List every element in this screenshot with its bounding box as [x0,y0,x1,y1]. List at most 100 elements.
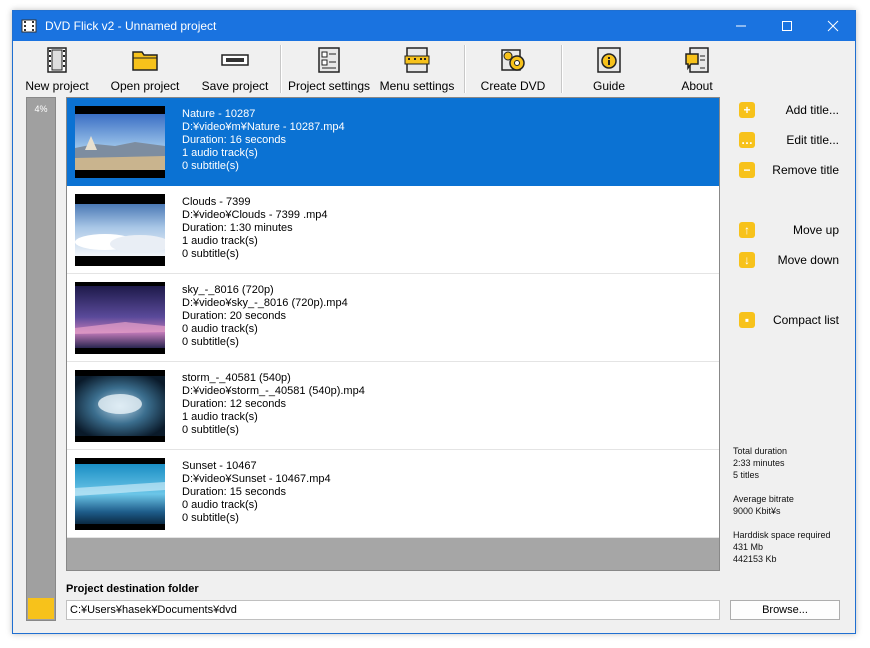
save-drive-icon [221,54,249,66]
remove-title-label: Remove title [772,163,839,177]
title-subtitles: 0 subtitle(s) [182,248,239,260]
move-up-button[interactable]: ↑ Move up [739,220,839,240]
title-name: Clouds - 7399 [182,196,251,208]
title-info: Nature - 10287 D:¥video¥m¥Nature - 10287… [182,108,345,173]
about-label: About [681,79,713,93]
list-item[interactable]: Sunset - 10467 D:¥video¥Sunset - 10467.m… [67,450,719,538]
folder-icon [132,51,158,71]
add-title-button[interactable]: + Add title... [739,100,839,120]
project-settings-button[interactable]: Project settings [286,41,372,97]
title-audio-tracks: 0 audio track(s) [182,323,258,335]
add-title-label: Add title... [785,103,839,117]
app-window: DVD Flick v2 - Unnamed project New proje… [12,10,856,634]
list-item[interactable]: Clouds - 7399 D:¥video¥Clouds - 7399 .mp… [67,186,719,274]
maximize-button[interactable] [764,11,810,41]
title-audio-tracks: 1 audio track(s) [182,411,258,423]
title-path: D:¥video¥Clouds - 7399 .mp4 [182,209,328,221]
progress-percent: 4% [34,104,48,114]
video-thumbnail [75,194,165,266]
create-dvd-button[interactable]: Create DVD [473,41,553,97]
title-info: Sunset - 10467 D:¥video¥Sunset - 10467.m… [182,460,331,525]
remove-title-button[interactable]: − Remove title [739,160,839,180]
total-duration-label: Total duration [733,446,788,456]
edit-title-label: Edit title... [786,133,839,147]
arrow-up-icon: ↑ [739,222,755,238]
browse-button[interactable]: Browse... [730,600,840,620]
dvd-gear-icon [501,49,525,71]
video-thumbnail [75,282,165,354]
minus-icon: − [739,162,755,178]
title-audio-tracks: 0 audio track(s) [182,499,258,511]
toolbar-separator [464,45,466,93]
title-path: D:¥video¥Sunset - 10467.mp4 [182,473,331,485]
plus-icon: + [739,102,755,118]
film-strip-icon [47,47,67,73]
save-project-label: Save project [201,79,269,93]
maximize-icon [782,21,792,31]
edit-title-button[interactable]: … Edit title... [739,130,839,150]
title-duration: Duration: 16 seconds [182,134,286,146]
about-button[interactable]: About [657,41,737,97]
title-duration: Duration: 20 seconds [182,310,286,322]
create-dvd-label: Create DVD [480,79,546,93]
move-down-button[interactable]: ↓ Move down [739,250,839,270]
video-thumbnail [75,106,165,178]
ellipsis-icon: … [739,132,755,148]
title-subtitles: 0 subtitle(s) [182,424,239,436]
save-project-button[interactable]: Save project [195,41,275,97]
title-info: storm_-_40581 (540p) D:¥video¥storm_-_40… [182,372,365,437]
total-duration-stats: Total duration 2:33 minutes 5 titles [733,445,787,481]
open-project-button[interactable]: Open project [105,41,185,97]
title-list[interactable]: Nature - 10287 D:¥video¥m¥Nature - 10287… [66,97,720,571]
close-button[interactable] [810,11,856,41]
info-guide-icon [597,47,621,73]
list-item[interactable]: Nature - 10287 D:¥video¥m¥Nature - 10287… [67,98,719,186]
total-duration-value: 2:33 minutes [733,458,785,468]
title-path: D:¥video¥storm_-_40581 (540p).mp4 [182,385,365,397]
new-project-label: New project [25,79,89,93]
harddisk-mb: 431 Mb [733,542,764,552]
title-path: D:¥video¥m¥Nature - 10287.mp4 [182,121,345,133]
compact-list-icon: ▪ [739,312,755,328]
title-duration: Duration: 1:30 minutes [182,222,293,234]
list-item[interactable]: storm_-_40581 (540p) D:¥video¥storm_-_40… [67,362,719,450]
progress-fill [28,598,54,619]
video-thumbnail [75,458,165,530]
title-duration: Duration: 12 seconds [182,398,286,410]
title-subtitles: 0 subtitle(s) [182,160,239,172]
new-project-button[interactable]: New project [19,41,95,97]
menu-film-icon [404,47,430,73]
close-icon [827,20,839,32]
open-project-label: Open project [110,79,180,93]
minimize-icon [736,25,746,27]
title-name: storm_-_40581 (540p) [182,372,291,384]
average-bitrate-value: 9000 Kbit¥s [733,506,781,516]
arrow-down-icon: ↓ [739,252,755,268]
harddisk-kb: 442153 Kb [733,554,777,564]
project-settings-label: Project settings [287,79,371,93]
title-duration: Duration: 15 seconds [182,486,286,498]
minimize-button[interactable] [718,11,764,41]
compact-list-button[interactable]: ▪ Compact list [739,310,839,330]
move-down-label: Move down [777,253,839,267]
title-info: sky_-_8016 (720p) D:¥video¥sky_-_8016 (7… [182,284,348,349]
title-bar[interactable]: DVD Flick v2 - Unnamed project [13,11,855,41]
menu-settings-label: Menu settings [379,79,455,93]
move-up-label: Move up [792,223,839,237]
destination-folder-input[interactable]: C:¥Users¥hasek¥Documents¥dvd [66,600,720,620]
titles-count: 5 titles [733,470,760,480]
average-bitrate-label: Average bitrate [733,494,794,504]
toolbar-separator [561,45,563,93]
menu-settings-button[interactable]: Menu settings [377,41,457,97]
average-bitrate-stats: Average bitrate 9000 Kbit¥s [733,493,794,517]
guide-label: Guide [592,79,626,93]
destination-folder-label: Project destination folder [66,583,199,595]
guide-button[interactable]: Guide [569,41,649,97]
title-subtitles: 0 subtitle(s) [182,336,239,348]
title-audio-tracks: 1 audio track(s) [182,147,258,159]
harddisk-stats: Harddisk space required 431 Mb 442153 Kb [733,529,831,565]
window-title: DVD Flick v2 - Unnamed project [45,19,217,33]
list-item[interactable]: sky_-_8016 (720p) D:¥video¥sky_-_8016 (7… [67,274,719,362]
video-thumbnail [75,370,165,442]
compact-list-label: Compact list [772,313,839,327]
